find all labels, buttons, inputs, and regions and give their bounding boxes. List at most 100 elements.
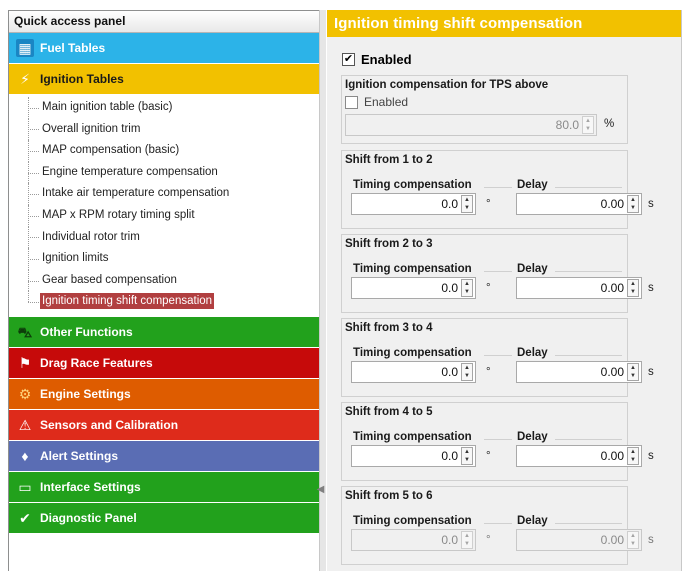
divider bbox=[555, 271, 622, 272]
timing-compensation-input[interactable]: 0.0 ▲ ▼ bbox=[351, 277, 476, 299]
tree-item-ignition-timing-shift-compensation[interactable]: Ignition timing shift compensation bbox=[9, 291, 319, 313]
tree-item-label: Engine temperature compensation bbox=[42, 165, 218, 178]
shift-group-title: Shift from 1 to 2 bbox=[345, 154, 433, 166]
delay-label: Delay bbox=[517, 179, 548, 191]
sensor-icon: ⚠ bbox=[18, 416, 32, 433]
category-engine-settings[interactable]: ⚙ Engine Settings bbox=[9, 378, 319, 410]
delay-label: Delay bbox=[517, 263, 548, 275]
tps-threshold-value: 80.0 bbox=[555, 118, 579, 132]
enabled-checkbox[interactable]: ✔ Enabled bbox=[342, 52, 412, 67]
seconds-unit: s bbox=[648, 450, 654, 462]
delay-input[interactable]: 0.00 ▲ ▼ bbox=[516, 361, 642, 383]
degree-unit: ° bbox=[486, 534, 491, 546]
delay-input[interactable]: 0.00 ▲ ▼ bbox=[516, 445, 642, 467]
delay-value: 0.00 bbox=[600, 197, 624, 211]
spinner-arrows-icon[interactable]: ▲ ▼ bbox=[461, 195, 473, 213]
timing-compensation-input[interactable]: 0.0 ▲ ▼ bbox=[351, 361, 476, 383]
tps-enabled-checkbox[interactable]: Enabled bbox=[345, 95, 408, 109]
delay-input[interactable]: 0.00 ▲ ▼ bbox=[516, 529, 642, 551]
degree-unit: ° bbox=[486, 450, 491, 462]
shift-group-title: Shift from 4 to 5 bbox=[345, 406, 433, 418]
delay-input[interactable]: 0.00 ▲ ▼ bbox=[516, 277, 642, 299]
alert-bell-icon: ♦ bbox=[21, 447, 29, 464]
tree-item-map-x-rpm-rotary-timing-split[interactable]: MAP x RPM rotary timing split bbox=[9, 204, 319, 227]
spinner-arrows-icon[interactable]: ▲ ▼ bbox=[461, 279, 473, 297]
tree-item-engine-temperature-compensation[interactable]: Engine temperature compensation bbox=[9, 161, 319, 184]
divider bbox=[484, 271, 512, 272]
category-label: Diagnostic Panel bbox=[40, 510, 137, 525]
category-label: Drag Race Features bbox=[40, 355, 153, 370]
tree-item-label: Ignition limits bbox=[42, 252, 109, 265]
delay-value: 0.00 bbox=[600, 281, 624, 295]
spinner-arrows-icon[interactable]: ▲ ▼ bbox=[461, 531, 473, 549]
category-ignition-tables[interactable]: ⚡ Ignition Tables bbox=[9, 64, 319, 95]
divider bbox=[555, 523, 622, 524]
category-sensors-and-calibration[interactable]: ⚠ Sensors and Calibration bbox=[9, 409, 319, 441]
tree-item-main-ignition-table[interactable]: Main ignition table (basic) bbox=[9, 97, 319, 119]
seconds-unit: s bbox=[648, 534, 654, 546]
delay-input[interactable]: 0.00 ▲ ▼ bbox=[516, 193, 642, 215]
divider bbox=[484, 439, 512, 440]
timing-compensation-label: Timing compensation bbox=[353, 347, 472, 359]
collapse-arrow-icon[interactable]: ◀ bbox=[316, 480, 325, 500]
tps-compensation-group: Ignition compensation for TPS above Enab… bbox=[341, 75, 628, 144]
category-drag-race-features[interactable]: ⚑ Drag Race Features bbox=[9, 347, 319, 379]
category-label: Engine Settings bbox=[40, 386, 131, 401]
category-label: Sensors and Calibration bbox=[40, 417, 179, 432]
category-diagnostic-panel[interactable]: ✔ Diagnostic Panel bbox=[9, 502, 319, 534]
tps-enabled-label: Enabled bbox=[364, 95, 409, 109]
divider bbox=[484, 355, 512, 356]
spinner-arrows-icon[interactable]: ▲ ▼ bbox=[627, 195, 639, 213]
tree-item-ignition-limits[interactable]: Ignition limits bbox=[9, 248, 319, 270]
category-interface-settings[interactable]: ▭ Interface Settings bbox=[9, 471, 319, 503]
timing-compensation-label: Timing compensation bbox=[353, 515, 472, 527]
enabled-label: Enabled bbox=[361, 52, 412, 67]
ignition-tables-list: Main ignition table (basic) Overall igni… bbox=[9, 95, 319, 317]
seconds-unit: s bbox=[648, 198, 654, 210]
spinner-arrows-icon[interactable]: ▲ ▼ bbox=[627, 531, 639, 549]
spinner-arrows-icon[interactable]: ▲ ▼ bbox=[461, 447, 473, 465]
shift-group-title: Shift from 5 to 6 bbox=[345, 490, 433, 502]
timing-compensation-input[interactable]: 0.0 ▲ ▼ bbox=[351, 193, 476, 215]
degree-unit: ° bbox=[486, 366, 491, 378]
timing-compensation-input[interactable]: 0.0 ▲ ▼ bbox=[351, 529, 476, 551]
spinner-arrows-icon[interactable]: ▲ ▼ bbox=[582, 116, 594, 134]
category-fuel-tables[interactable]: ▦ Fuel Tables bbox=[9, 33, 319, 64]
spinner-arrows-icon[interactable]: ▲ ▼ bbox=[627, 279, 639, 297]
divider bbox=[484, 187, 512, 188]
spinner-arrows-icon[interactable]: ▲ ▼ bbox=[461, 363, 473, 381]
tree-item-label: Individual rotor trim bbox=[42, 230, 140, 243]
spinner-arrows-icon[interactable]: ▲ ▼ bbox=[627, 447, 639, 465]
tree-item-gear-based-compensation[interactable]: Gear based compensation bbox=[9, 269, 319, 292]
category-other-functions[interactable]: ⛍ Other Functions bbox=[9, 316, 319, 348]
delay-label: Delay bbox=[517, 347, 548, 359]
tree-item-label: Main ignition table (basic) bbox=[42, 101, 173, 113]
category-alert-settings[interactable]: ♦ Alert Settings bbox=[9, 440, 319, 472]
page-title: Ignition timing shift compensation bbox=[327, 10, 681, 37]
shift-group: Shift from 4 to 5 Timing compensation Dela… bbox=[341, 402, 654, 481]
tree-item-intake-air-temperature-compensation[interactable]: Intake air temperature compensation bbox=[9, 183, 319, 205]
shift-group: Shift from 2 to 3 Timing compensation Dela… bbox=[341, 234, 654, 313]
shift-group: Shift from 3 to 4 Timing compensation Dela… bbox=[341, 318, 654, 397]
divider bbox=[555, 439, 622, 440]
tree-item-individual-rotor-trim[interactable]: Individual rotor trim bbox=[9, 226, 319, 249]
shift-group: Shift from 5 to 6 Timing compensation Dela… bbox=[341, 486, 654, 565]
tps-group-title: Ignition compensation for TPS above bbox=[345, 79, 549, 91]
divider bbox=[555, 355, 622, 356]
tps-unit: % bbox=[604, 118, 615, 130]
tree-item-overall-ignition-trim[interactable]: Overall ignition trim bbox=[9, 118, 319, 141]
category-label: Fuel Tables bbox=[40, 41, 106, 55]
delay-value: 0.00 bbox=[600, 449, 624, 463]
divider bbox=[555, 187, 622, 188]
tps-threshold-input[interactable]: 80.0 ▲ ▼ bbox=[345, 114, 597, 136]
tree-item-label: Overall ignition trim bbox=[42, 122, 141, 135]
category-label: Ignition Tables bbox=[40, 72, 124, 86]
tree-item-label: Ignition timing shift compensation bbox=[40, 293, 215, 310]
tree-item-label: MAP compensation (basic) bbox=[42, 144, 180, 157]
tree-item-label: Gear based compensation bbox=[42, 273, 177, 286]
tree-item-map-compensation[interactable]: MAP compensation (basic) bbox=[9, 140, 319, 162]
timing-compensation-input[interactable]: 0.0 ▲ ▼ bbox=[351, 445, 476, 467]
spinner-arrows-icon[interactable]: ▲ ▼ bbox=[627, 363, 639, 381]
delay-value: 0.00 bbox=[600, 533, 624, 547]
engine-icon: ⚙ bbox=[18, 385, 32, 402]
